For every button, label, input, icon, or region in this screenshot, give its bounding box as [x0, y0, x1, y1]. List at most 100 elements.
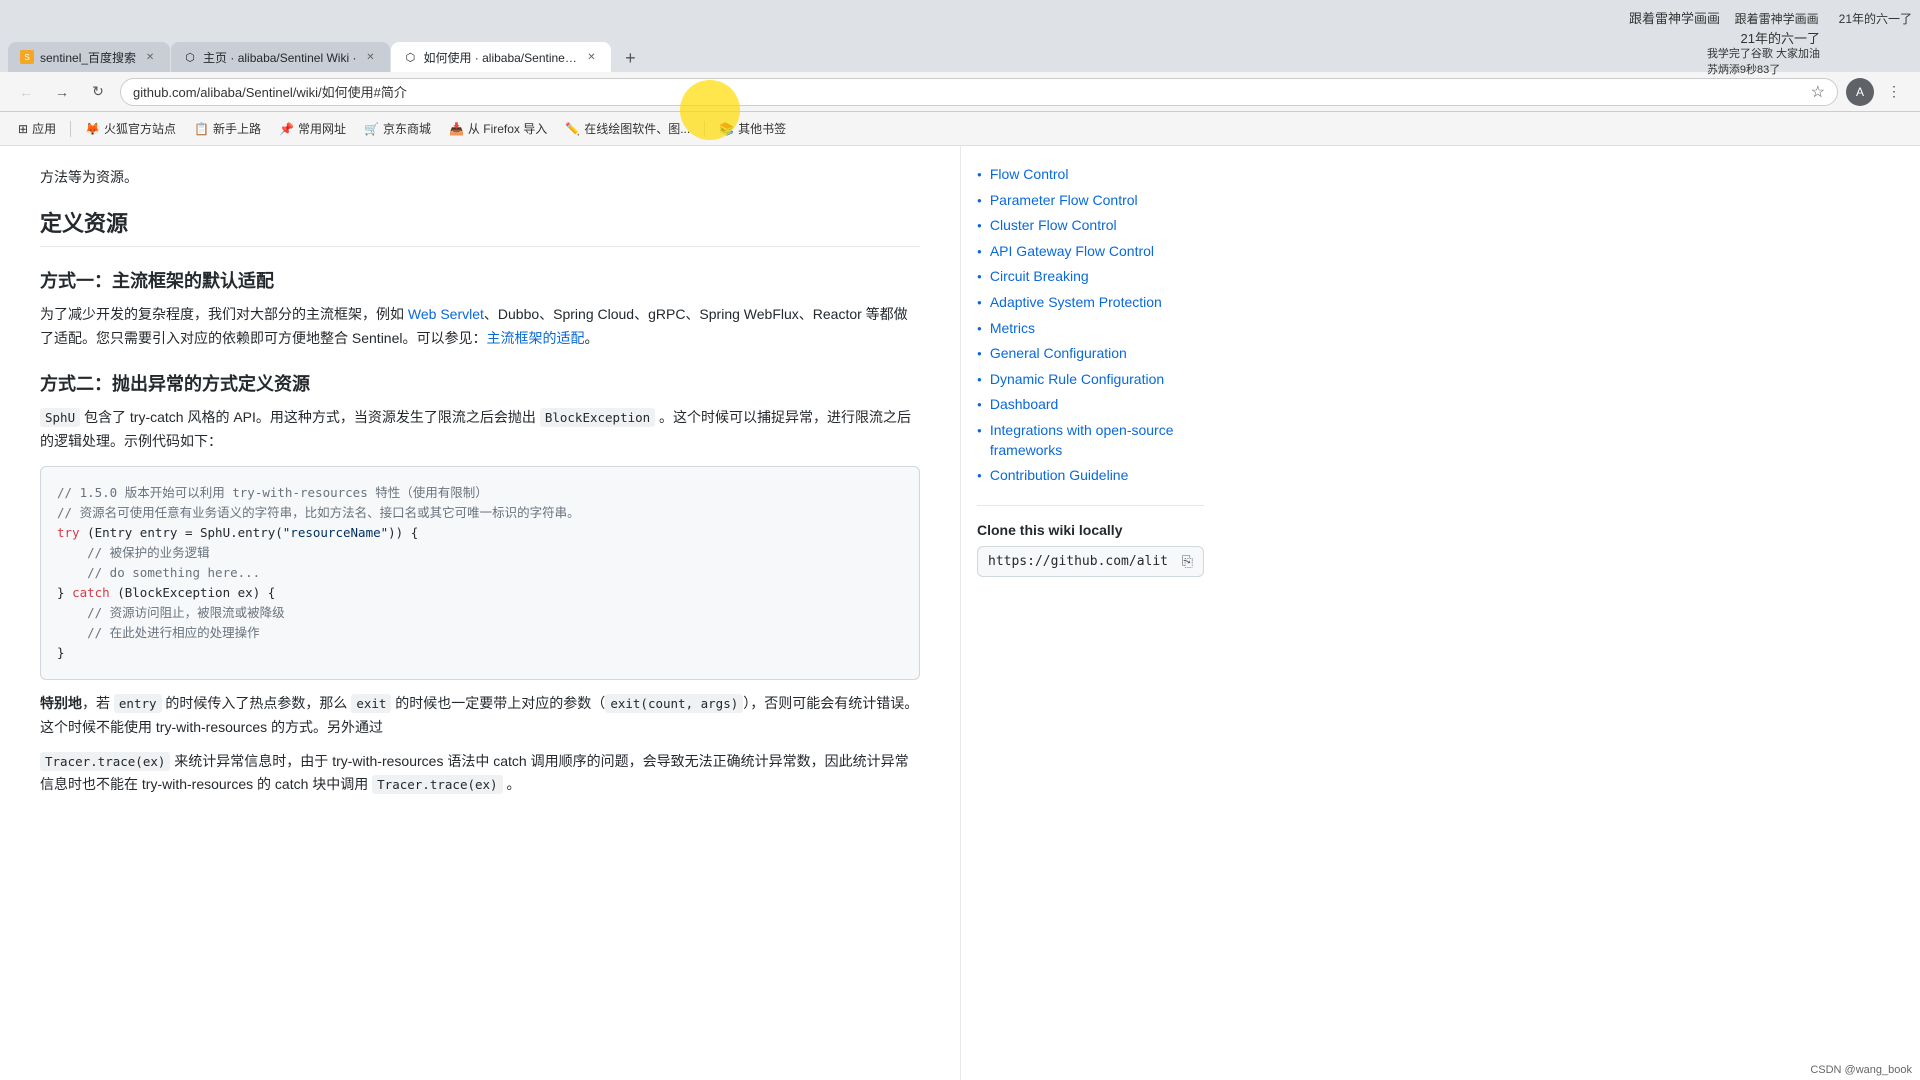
sidebar-item-metrics[interactable]: ● Metrics	[977, 316, 1204, 342]
nav-right-controls: A ⋮	[1846, 78, 1908, 106]
menu-button[interactable]: ⋮	[1880, 78, 1908, 106]
tab-close-wiki[interactable]: ✕	[362, 49, 378, 65]
sidebar-item-param-flow[interactable]: ● Parameter Flow Control	[977, 188, 1204, 214]
tab-title-wiki-howto: 如何使用 · alibaba/Sentinel Wi...	[423, 49, 577, 66]
sidebar-item-general-config[interactable]: ● General Configuration	[977, 341, 1204, 367]
ext-firefox-label: 火狐官方站点	[104, 120, 176, 137]
ext-common-icon: 📌	[279, 122, 294, 136]
ext-beginner[interactable]: 📋 新手上路	[188, 117, 267, 140]
extensions-bar: ⊞ 应用 🦊 火狐官方站点 📋 新手上路 📌 常用网址 🛒 京东商城 📥 从 F…	[0, 112, 1920, 146]
code-block-example: // 1.5.0 版本开始可以利用 try-with-resources 特性（…	[40, 466, 920, 680]
nav-bar: ← → ↻ github.com/alibaba/Sentinel/wiki/如…	[0, 72, 1920, 112]
sidebar-clone-section: Clone this wiki locally https://github.c…	[977, 505, 1204, 577]
sidebar-item-dashboard[interactable]: ● Dashboard	[977, 392, 1204, 418]
ext-other-label: 其他书签	[738, 120, 786, 137]
code-line-7: // 资源访问阻止，被限流或被降级	[57, 603, 903, 623]
sidebar-link-api-gateway[interactable]: API Gateway Flow Control	[990, 242, 1154, 262]
sidebar-link-param-flow[interactable]: Parameter Flow Control	[990, 191, 1138, 211]
sidebar-item-contribution[interactable]: ● Contribution Guideline	[977, 463, 1204, 489]
sidebar-link-general-config[interactable]: General Configuration	[990, 344, 1127, 364]
code-line-1: // 1.5.0 版本开始可以利用 try-with-resources 特性（…	[57, 483, 903, 503]
sidebar-item-adaptive[interactable]: ● Adaptive System Protection	[977, 290, 1204, 316]
sidebar-bullet-5: ●	[977, 272, 982, 281]
sidebar-bullet-7: ●	[977, 324, 982, 333]
ext-drawing[interactable]: ✏️ 在线绘图软件、图...	[559, 117, 696, 140]
sidebar-bullet-3: ●	[977, 221, 982, 230]
tab-wiki-howto[interactable]: ⬡ 如何使用 · alibaba/Sentinel Wi... ✕	[391, 42, 611, 72]
tab-bar: S sentinel_百度搜索 ✕ ⬡ 主页 · alibaba/Sentine…	[0, 36, 1920, 72]
code-line-8: // 在此处进行相应的处理操作	[57, 623, 903, 643]
address-bar[interactable]: github.com/alibaba/Sentinel/wiki/如何使用#简介…	[120, 78, 1838, 106]
account-button[interactable]: A	[1846, 78, 1874, 106]
sidebar-bullet-12: ●	[977, 471, 982, 480]
sidebar-bullet-9: ●	[977, 375, 982, 384]
page-content: 方法等为资源。 定义资源 方式一：主流框架的默认适配 为了减少开发的复杂程度，我…	[0, 146, 1920, 1080]
ext-beginner-label: 新手上路	[213, 120, 261, 137]
code-line-9: }	[57, 643, 903, 663]
heading-define-resource: 定义资源	[40, 206, 920, 247]
sidebar-link-flow-control[interactable]: Flow Control	[990, 165, 1069, 185]
clone-url-box: https://github.com/alit ⎘	[977, 546, 1204, 577]
sidebar-bullet-6: ●	[977, 298, 982, 307]
ext-firefox-import[interactable]: 📥 从 Firefox 导入	[443, 117, 553, 140]
sidebar-link-cluster-flow[interactable]: Cluster Flow Control	[990, 216, 1117, 236]
main-content-area: 方法等为资源。 定义资源 方式一：主流框架的默认适配 为了减少开发的复杂程度，我…	[0, 146, 960, 1080]
para-mainstream: 为了减少开发的复杂程度，我们对大部分的主流框架，例如 Web Servlet、D…	[40, 303, 920, 351]
tab-favicon-sentinel: S	[20, 50, 34, 64]
link-mainstream-adapt[interactable]: 主流框架的适配	[486, 330, 584, 346]
code-line-6: } catch (BlockException ex) {	[57, 583, 903, 603]
sidebar-item-integrations[interactable]: ● Integrations with open-source framewor…	[977, 418, 1204, 463]
watermark-sub1: 我学完了谷歌 大家加油 苏炳添9秒83了	[1707, 45, 1820, 77]
bookmark-star[interactable]: ☆	[1811, 82, 1825, 102]
ext-jd-label: 京东商城	[383, 120, 431, 137]
title-bar-right: 跟着雷神学画画 21年的六一了	[1735, 10, 1912, 27]
ext-common-label: 常用网址	[298, 120, 346, 137]
ext-beginner-icon: 📋	[194, 122, 209, 136]
sidebar: ● Flow Control ● Parameter Flow Control …	[960, 146, 1220, 1080]
subheading-mainstream: 方式一：主流框架的默认适配	[40, 267, 920, 293]
ext-other-icon: 📚	[719, 122, 734, 136]
ext-firefox-official[interactable]: 🦊 火狐官方站点	[79, 117, 182, 140]
sidebar-link-metrics[interactable]: Metrics	[990, 319, 1035, 339]
subheading-exception: 方式二：抛出异常的方式定义资源	[40, 370, 920, 396]
sidebar-link-integrations[interactable]: Integrations with open-source frameworks	[990, 421, 1204, 460]
reload-button[interactable]: ↻	[84, 78, 112, 106]
ext-separator1	[70, 121, 71, 137]
sidebar-section-nav: ● Flow Control ● Parameter Flow Control …	[977, 162, 1204, 489]
tab-close-sentinel[interactable]: ✕	[142, 49, 158, 65]
para-tracer: Tracer.trace(ex) 来统计异常信息时，由于 try-with-re…	[40, 750, 920, 798]
sidebar-bullet-2: ●	[977, 196, 982, 205]
sidebar-item-api-gateway[interactable]: ● API Gateway Flow Control	[977, 239, 1204, 265]
code-blockexception: BlockException	[540, 408, 655, 427]
clone-title: Clone this wiki locally	[977, 522, 1204, 538]
sidebar-bullet-11: ●	[977, 426, 982, 435]
tab-title-sentinel: sentinel_百度搜索	[40, 49, 136, 66]
back-button[interactable]: ←	[12, 78, 40, 106]
ext-import-icon: 📥	[449, 122, 464, 136]
clone-copy-button[interactable]: ⎘	[1182, 553, 1193, 570]
tab-add-button[interactable]: +	[616, 44, 644, 72]
tab-sentinel[interactable]: S sentinel_百度搜索 ✕	[8, 42, 170, 72]
sidebar-link-contribution[interactable]: Contribution Guideline	[990, 466, 1129, 486]
tab-close-howto[interactable]: ✕	[583, 49, 599, 65]
watermark-bottom: CSDN @wang_book	[1810, 1064, 1912, 1076]
sidebar-link-adaptive[interactable]: Adaptive System Protection	[990, 293, 1162, 313]
ext-jd-icon: 🛒	[364, 122, 379, 136]
ext-apps[interactable]: ⊞ 应用	[12, 117, 62, 140]
ext-other-bookmarks[interactable]: 📚 其他书签	[713, 117, 792, 140]
sidebar-item-dynamic-rule[interactable]: ● Dynamic Rule Configuration	[977, 367, 1204, 393]
code-line-2: // 资源名可使用任意有业务语义的字符串，比如方法名、接口名或其它可唯一标识的字…	[57, 503, 903, 523]
sidebar-link-dynamic-rule[interactable]: Dynamic Rule Configuration	[990, 370, 1164, 390]
watermark-top: 跟着雷神学画画	[1629, 8, 1720, 27]
sidebar-link-dashboard[interactable]: Dashboard	[990, 395, 1059, 415]
special-bold: 特别地	[40, 695, 82, 711]
sidebar-item-cluster-flow[interactable]: ● Cluster Flow Control	[977, 213, 1204, 239]
sidebar-item-circuit-breaking[interactable]: ● Circuit Breaking	[977, 264, 1204, 290]
sidebar-link-circuit-breaking[interactable]: Circuit Breaking	[990, 267, 1089, 287]
forward-button[interactable]: →	[48, 78, 76, 106]
tab-wiki-main[interactable]: ⬡ 主页 · alibaba/Sentinel Wiki · ✕	[171, 42, 390, 72]
link-web-servlet[interactable]: Web Servlet	[408, 306, 484, 322]
ext-common-sites[interactable]: 📌 常用网址	[273, 117, 352, 140]
ext-jd[interactable]: 🛒 京东商城	[358, 117, 437, 140]
sidebar-item-flow-control[interactable]: ● Flow Control	[977, 162, 1204, 188]
